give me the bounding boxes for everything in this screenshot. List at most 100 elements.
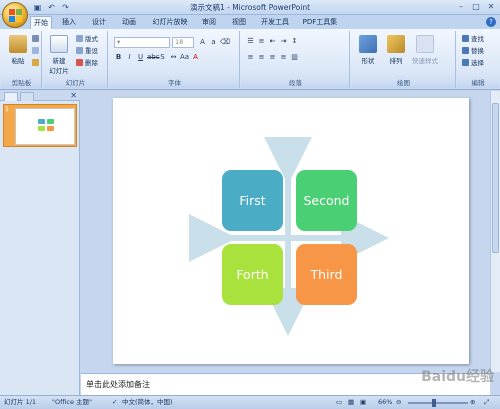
office-button[interactable] [2,2,28,28]
replace-icon [462,47,469,54]
box-second[interactable]: Second [296,170,357,231]
status-bar: 幻灯片 1/1 "Office 主题" ✓ 中文(简体，中国) ▭ ▦ ▣ 66… [0,395,500,409]
tab-view[interactable]: 视图 [228,16,250,29]
zoom-out-icon[interactable]: ⊖ [396,396,401,409]
font-style-buttons: B I U abc S ↔ Aa A [114,53,200,62]
select-icon [462,59,469,66]
quick-styles-button[interactable]: 快速样式 [410,35,440,75]
outline-tab[interactable] [20,92,34,101]
box-third[interactable]: Third [296,244,357,305]
strikethrough-icon[interactable]: abc [147,53,160,62]
italic-icon[interactable]: I [125,53,134,62]
zoom-in-icon[interactable]: ⊕ [470,396,475,409]
reset-icon [76,47,83,54]
thumb-box-third [47,126,54,131]
delete-icon [76,59,83,66]
help-icon[interactable]: ? [486,17,496,27]
align-center-icon[interactable]: ≡ [257,53,266,62]
slide-thumbnail-1[interactable]: 1 [3,104,77,147]
reset-button[interactable]: 重设 [76,47,98,56]
slide-thumbnail-preview [15,108,75,145]
arrange-label: 排列 [389,57,403,65]
tab-design[interactable]: 设计 [88,16,110,29]
language: 中文(简体，中国) [122,398,173,406]
sorter-view-icon[interactable]: ▦ [348,396,354,409]
notes-placeholder: 单击此处添加备注 [86,380,150,389]
zoom-level[interactable]: 66% [378,396,392,409]
find-button[interactable]: 查找 [462,35,484,44]
copy-button[interactable] [32,47,41,56]
bold-icon[interactable]: B [114,53,123,62]
slideshow-view-icon[interactable]: ▣ [360,396,366,409]
bullets-icon[interactable]: ☰ [246,37,255,46]
font-size-value: 18 [175,38,184,46]
minimize-button[interactable]: – [454,1,468,13]
case-icon[interactable]: Aa [180,53,189,62]
shape-button[interactable]: 形状 [354,35,382,75]
scrollbar-thumb[interactable] [492,103,499,253]
tab-home[interactable]: 开始 [30,16,52,29]
paragraph-group-label: 段落 [242,79,349,88]
thumb-box-second [47,119,54,124]
align-right-icon[interactable]: ≡ [268,53,277,62]
slides-group: 新建 幻灯片 版式 重设 删除 幻灯片 [44,31,108,88]
zoom-slider-knob[interactable] [432,399,436,407]
delete-button[interactable]: 删除 [76,59,98,68]
grow-font-icon[interactable]: A [198,38,207,47]
vertical-scrollbar[interactable] [490,91,500,372]
decrease-indent-icon[interactable]: ⇤ [268,37,277,46]
font-size-box[interactable]: 18 [172,37,194,48]
zoom-slider[interactable] [408,402,468,404]
columns-icon[interactable]: ▥ [290,53,299,62]
format-painter-button[interactable] [32,59,41,68]
clipboard-group: 粘贴 剪贴板 [2,31,42,88]
close-button[interactable]: ✕ [484,1,498,13]
font-color-icon[interactable]: A [191,53,200,62]
paste-button[interactable]: 粘贴 [4,35,32,75]
close-pane-icon[interactable]: ✕ [70,91,77,100]
layout-button[interactable]: 版式 [76,35,98,44]
thumb-box-forth [38,126,45,131]
tab-animations[interactable]: 动画 [118,16,140,29]
layout-icon [76,35,83,42]
language-icon: ✓ [112,398,118,406]
maximize-button[interactable]: □ [469,1,483,13]
arrange-button[interactable]: 排列 [382,35,410,75]
ribbon-tabs: 开始 插入 设计 动画 幻灯片放映 审阅 视图 开发工具 PDF工具集 ? [0,15,500,29]
underline-icon[interactable]: U [136,53,145,62]
shape-label: 形状 [361,57,375,65]
new-slide-button[interactable]: 新建 幻灯片 [46,35,72,75]
layout-label: 版式 [85,35,98,43]
box-first[interactable]: First [222,170,283,231]
box-forth[interactable]: Forth [222,244,283,305]
scissors-icon [32,35,39,42]
cut-button[interactable] [32,35,41,44]
shadow-icon[interactable]: S [158,53,167,62]
window-controls: – □ ✕ [454,1,498,13]
list-buttons: ☰ ≡ ⇤ ⇥ ↕ [246,37,299,46]
tab-pdf-tools[interactable]: PDF工具集 [300,16,340,29]
slide-canvas[interactable]: First Second Forth Third [113,98,469,364]
editing-group-label: 编辑 [458,79,498,88]
clear-format-icon[interactable]: ⌫ [220,38,230,47]
line-spacing-icon[interactable]: ↕ [290,37,299,46]
spacing-icon[interactable]: ↔ [169,53,178,62]
select-button[interactable]: 选择 [462,59,484,68]
justify-icon[interactable]: ≡ [279,53,288,62]
increase-indent-icon[interactable]: ⇥ [279,37,288,46]
align-left-icon[interactable]: ≡ [246,53,255,62]
font-name-box[interactable]: ▾ [114,37,170,48]
align-buttons: ≡ ≡ ≡ ≡ ▥ [246,53,299,62]
paste-icon [9,35,27,53]
normal-view-icon[interactable]: ▭ [336,396,342,409]
fit-to-window-icon[interactable]: ⤢ [484,396,489,409]
tab-slideshow[interactable]: 幻灯片放映 [149,16,191,29]
shrink-font-icon[interactable]: a [209,38,218,47]
tab-developer[interactable]: 开发工具 [258,16,292,29]
delete-label: 删除 [85,59,98,67]
slides-tab[interactable] [4,92,18,101]
replace-button[interactable]: 替换 [462,47,484,56]
tab-review[interactable]: 审阅 [198,16,220,29]
tab-insert[interactable]: 插入 [58,16,80,29]
numbering-icon[interactable]: ≡ [257,37,266,46]
